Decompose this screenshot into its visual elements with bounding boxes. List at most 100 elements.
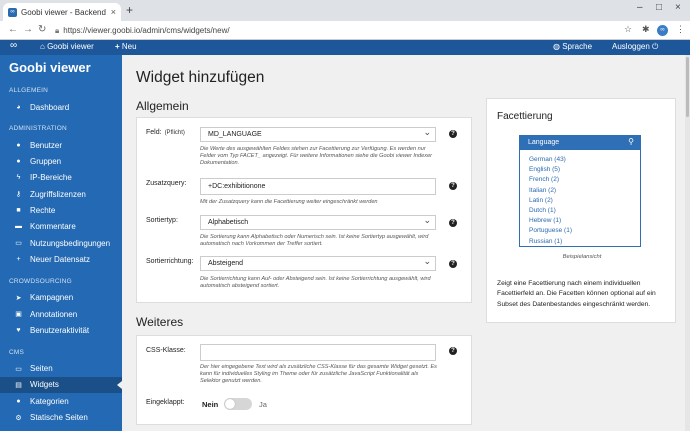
- sorttype-help-icon[interactable]: ?: [449, 219, 457, 227]
- extensions-icon[interactable]: ✱: [642, 24, 650, 35]
- facet-item[interactable]: Russian (1): [529, 238, 640, 248]
- facet-item[interactable]: German (43): [529, 156, 640, 166]
- page-scrollbar[interactable]: [685, 55, 690, 431]
- facet-item[interactable]: Hebrew (1): [529, 217, 640, 227]
- sidebar-item-benutzer[interactable]: ● Benutzer: [0, 137, 122, 153]
- address-bar: ← → ↻ 🔒︎ https://viewer.goobi.io/admin/cm…: [0, 21, 690, 40]
- new-tab-icon[interactable]: +: [126, 3, 133, 17]
- sidebar-item-label: Seiten: [30, 364, 53, 374]
- language-link[interactable]: ◍ Sprache: [553, 42, 592, 51]
- section-heading-general: Allgemein: [136, 99, 189, 113]
- sidebar-item-widgets[interactable]: ▤ Widgets: [0, 376, 122, 393]
- sorttype-label: Sortiertyp:: [146, 217, 178, 224]
- facet-preview-caption: Beispielansicht: [562, 254, 602, 260]
- collapsed-toggle-group: Nein Ja: [200, 397, 340, 411]
- css-help-icon[interactable]: ?: [449, 347, 457, 355]
- scrollbar-thumb[interactable]: [686, 57, 689, 117]
- sidebar-item-kategorien[interactable]: ● Kategorien: [0, 393, 122, 409]
- sidebar-item-rechte[interactable]: ■ Rechte: [0, 203, 122, 219]
- query-input[interactable]: +DC:exhibitionone: [200, 178, 436, 195]
- field-select[interactable]: MD_LANGUAGE: [200, 126, 436, 142]
- sidebar-item-neuer-datensatz[interactable]: + Neuer Datensatz: [0, 251, 122, 267]
- sortdir-select[interactable]: Absteigend: [200, 255, 436, 271]
- sidebar: Goobi viewer ALLGEMEIN ◕ Dashboard ADMINIST…: [0, 55, 122, 431]
- terms-icon: ▭: [15, 240, 22, 248]
- field-help-icon[interactable]: ?: [449, 130, 457, 138]
- css-input[interactable]: [200, 344, 436, 361]
- sidebar-item-label: Nutzungsbedingungen: [30, 238, 111, 248]
- sidebar-item-dashboard[interactable]: ◕ Dashboard: [0, 99, 122, 115]
- url-text: https://viewer.goobi.io/admin/cms/widget…: [63, 26, 230, 35]
- facet-item[interactable]: Portuguese (1): [529, 227, 640, 237]
- sortdir-help: Die Sortierrichtung kann Auf- oder Abste…: [200, 276, 431, 290]
- facet-item[interactable]: Latin (2): [529, 197, 640, 207]
- new-link[interactable]: + Neu: [115, 42, 137, 51]
- facet-preview-header: Language ⚲: [520, 136, 640, 150]
- sidebar-section-title: CROWDSOURCING: [9, 277, 72, 285]
- ip-icon: ϟ: [16, 174, 21, 182]
- star-icon[interactable]: ☆: [624, 24, 632, 35]
- facet-item[interactable]: Dutch (1): [529, 207, 640, 217]
- browser-tab[interactable]: ∞ Goobi viewer - Backend ×: [3, 3, 121, 21]
- menu-icon[interactable]: ⋮: [676, 24, 685, 35]
- sidebar-item-nutzungsbedingungen[interactable]: ▭ Nutzungsbedingungen: [0, 235, 122, 251]
- plus-icon: +: [115, 42, 120, 51]
- sidebar-item-label: Kommentare: [30, 222, 76, 232]
- sidebar-item-label: Annotationen: [30, 309, 78, 319]
- general-panel: Feld:(Pflicht) MD_LANGUAGE ? Die Werte d…: [136, 117, 472, 303]
- new-label: Neu: [121, 42, 137, 51]
- css-label: CSS-Klasse:: [146, 347, 186, 354]
- sidebar-item-label: Benutzeraktivität: [30, 325, 90, 335]
- comment-icon: ▬: [15, 223, 22, 231]
- facet-item[interactable]: Italian (2): [529, 187, 640, 197]
- sidebar-item-label: Benutzer: [30, 140, 63, 150]
- search-icon: ⚲: [628, 137, 634, 146]
- facet-item[interactable]: English (5): [529, 166, 640, 176]
- maximize-icon[interactable]: □: [656, 2, 662, 13]
- sidebar-item-gruppen[interactable]: ● Gruppen: [0, 154, 122, 170]
- sidebar-item-kampagnen[interactable]: ➤ Kampagnen: [0, 290, 122, 306]
- language-label: Sprache: [562, 42, 593, 51]
- sidebar-item-label: IP-Bereiche: [30, 173, 72, 183]
- collapsed-toggle[interactable]: [224, 398, 252, 410]
- sorttype-select-value: Alphabetisch: [208, 219, 249, 226]
- lock-icon: ■: [16, 207, 21, 214]
- sidebar-section-title: ADMINISTRATION: [9, 125, 67, 133]
- home-link[interactable]: ⌂ Goobi viewer: [40, 42, 94, 51]
- facet-preview-list: German (43) English (5) French (2) Italian …: [520, 150, 640, 248]
- close-tab-icon[interactable]: ×: [111, 7, 116, 17]
- lock-icon: 🔒︎: [55, 26, 60, 35]
- sidebar-brand[interactable]: Goobi viewer: [9, 60, 91, 75]
- tab-title: Goobi viewer - Backend: [21, 7, 106, 17]
- profile-icon[interactable]: ∞: [657, 25, 668, 36]
- logout-link[interactable]: Ausloggen ⏻: [612, 42, 658, 52]
- forward-icon[interactable]: →: [23, 24, 33, 35]
- sidebar-item-benutzeraktivität[interactable]: ♥ Benutzeraktivität: [0, 322, 122, 338]
- key-icon: ⚷: [15, 191, 22, 199]
- facet-item[interactable]: French (2): [529, 176, 640, 186]
- goobi-logo-icon[interactable]: ∞: [10, 40, 17, 51]
- power-icon: ⏻: [652, 42, 659, 51]
- sidebar-item-kommentare[interactable]: ▬ Kommentare: [0, 219, 122, 235]
- sortdir-help-icon[interactable]: ?: [449, 260, 457, 268]
- sidebar-item-label: Statische Seiten: [30, 413, 88, 422]
- sidebar-item-annotationen[interactable]: ▣ Annotationen: [0, 306, 122, 322]
- main-content: Widget hinzufügen Allgemein Feld: (Pflich…: [122, 55, 690, 431]
- admin-topbar: ∞ ⌂ Goobi viewer + Neu ◍ Sprache Auslogg…: [0, 40, 690, 55]
- close-window-icon[interactable]: ×: [675, 2, 681, 13]
- static-pages-icon: ⚙: [15, 414, 22, 422]
- reload-icon[interactable]: ↻: [38, 24, 46, 35]
- sorttype-select[interactable]: Alphabetisch: [200, 214, 436, 230]
- sidebar-item-zugriffslizenzen[interactable]: ⚷ Zugriffslizenzen: [0, 186, 122, 202]
- url-field[interactable]: 🔒︎ https://viewer.goobi.io/admin/cms/widg…: [55, 24, 615, 37]
- sidebar-item-label: Gruppen: [30, 157, 62, 167]
- query-help-icon[interactable]: ?: [449, 182, 457, 190]
- toggle-no-label: Nein: [202, 400, 219, 409]
- goobi-favicon-icon: ∞: [8, 7, 17, 17]
- sidebar-item-ip-bereiche[interactable]: ϟ IP-Bereiche: [0, 170, 122, 186]
- sortdir-select-value: Absteigend: [208, 260, 244, 267]
- sidebar-item-statische-seiten[interactable]: ⚙ Statische Seiten: [0, 410, 122, 426]
- back-icon[interactable]: ←: [8, 24, 18, 35]
- minimize-icon[interactable]: –: [637, 2, 643, 13]
- sidebar-item-seiten[interactable]: ▭ Seiten: [0, 361, 122, 377]
